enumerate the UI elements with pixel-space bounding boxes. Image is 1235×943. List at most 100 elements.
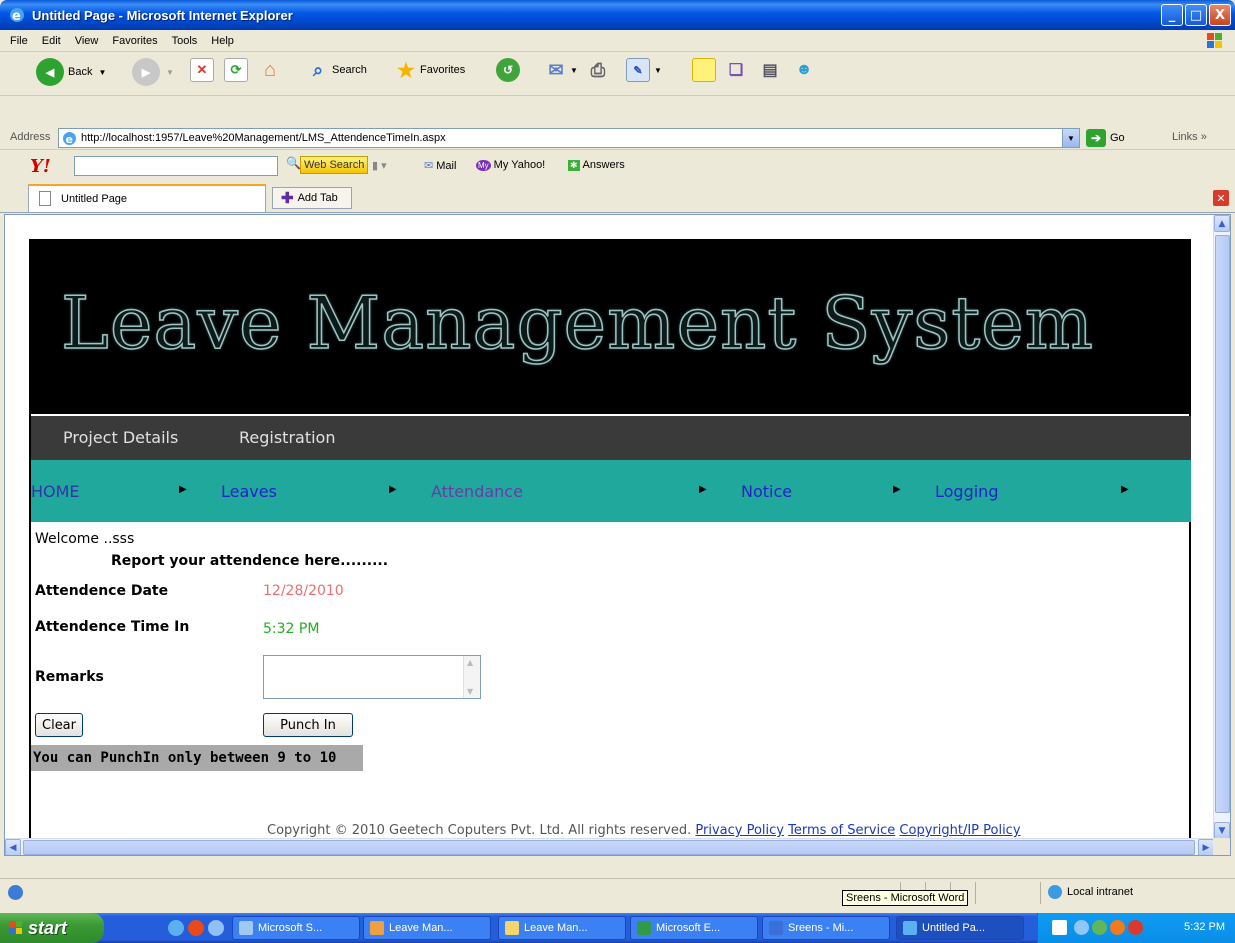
messenger-button[interactable]: ▤ <box>758 58 782 82</box>
nav-registration[interactable]: Registration <box>239 428 335 447</box>
vertical-scrollbar[interactable]: ▲ ▼ <box>1213 215 1230 839</box>
task-untitled-page[interactable]: Untitled Pa... <box>896 916 1024 940</box>
edit-button[interactable]: ✎ ▼ <box>626 58 662 82</box>
links-button[interactable]: Links » <box>1172 131 1207 143</box>
remarks-scrollbar[interactable]: ▲ ▼ <box>463 656 480 698</box>
horizontal-scroll-thumb[interactable] <box>23 840 1195 855</box>
research-button[interactable]: ❏ <box>724 58 748 82</box>
back-button[interactable]: ◀ Back ▼ <box>36 58 106 86</box>
window-title: Untitled Page - Microsoft Internet Explo… <box>32 7 293 23</box>
tray-arrow-icon[interactable] <box>1074 920 1089 935</box>
maximize-button[interactable]: □ <box>1185 4 1207 26</box>
add-tab-button[interactable]: ✚ Add Tab <box>272 187 352 209</box>
svg-text:e: e <box>66 133 73 146</box>
start-button[interactable]: start <box>0 913 104 943</box>
task-microsoft-s[interactable]: Microsoft S... <box>232 916 360 940</box>
task-sreens[interactable]: Sreens - Mi... <box>762 916 890 940</box>
my-yahoo-button[interactable]: My My Yahoo! <box>476 159 545 171</box>
nav-notice[interactable]: Notice <box>741 482 792 501</box>
menu-view[interactable]: View <box>75 35 99 47</box>
minimize-button[interactable]: _ <box>1161 4 1183 26</box>
forward-button[interactable]: ▶ ▼ <box>132 58 174 86</box>
clear-button[interactable]: Clear <box>35 713 83 737</box>
scroll-down-icon[interactable]: ▼ <box>1214 822 1230 839</box>
mail-icon: ✉ <box>548 59 564 80</box>
address-input[interactable]: e http://localhost:1957/Leave%20Manageme… <box>58 128 1080 148</box>
nav-leaves[interactable]: Leaves <box>221 482 277 501</box>
copyright-policy-link[interactable]: Copyright/IP Policy <box>899 823 1020 838</box>
menu-favorites[interactable]: Favorites <box>112 35 157 47</box>
menu-file[interactable]: File <box>10 35 28 47</box>
security-icon[interactable] <box>1128 920 1143 935</box>
task-microsoft-e[interactable]: Microsoft E... <box>630 916 758 940</box>
scroll-right-icon[interactable]: ▶ <box>1198 839 1214 855</box>
address-label: Address <box>10 131 51 143</box>
tab-untitled-page[interactable]: Untitled Page <box>28 184 266 212</box>
web-search-button[interactable]: Web Search <box>300 156 369 174</box>
chevron-down-icon[interactable]: ▼ <box>1062 129 1079 147</box>
network-icon[interactable] <box>1092 920 1107 935</box>
menu-tools[interactable]: Tools <box>172 35 198 47</box>
punch-in-button[interactable]: Punch In <box>263 713 353 737</box>
menu-edit[interactable]: Edit <box>42 35 61 47</box>
nav-home[interactable]: HOME <box>31 482 80 501</box>
answers-button[interactable]: ✱ Answers <box>568 159 625 171</box>
mail-label: Mail <box>436 159 457 172</box>
arrow-right-icon: ▶ <box>179 484 187 495</box>
nav-attendance[interactable]: Attendance <box>431 482 523 501</box>
discuss-button[interactable] <box>692 58 716 82</box>
highlight-icon[interactable]: ▮ ▾ <box>372 159 387 172</box>
media-quicklaunch-icon[interactable] <box>188 920 204 936</box>
contacts-button[interactable]: ☻ <box>792 58 816 82</box>
horizontal-scrollbar[interactable]: ◀ ▶ <box>5 838 1214 855</box>
search-button[interactable]: ⌕ Search <box>306 58 367 82</box>
home-button[interactable]: ⌂ <box>258 58 282 82</box>
star-icon: ★ <box>397 59 415 82</box>
home-icon: ⌂ <box>263 58 277 81</box>
stop-button[interactable]: ✕ <box>190 58 214 82</box>
close-tab-icon[interactable]: ✕ <box>1213 190 1229 206</box>
tray-app-icon[interactable] <box>1110 920 1125 935</box>
yahoo-mail-button[interactable]: ✉ Mail <box>424 159 457 173</box>
task-leave-man-1[interactable]: Leave Man... <box>363 916 491 940</box>
footer: Copyright © 2010 Geetech Coputers Pvt. L… <box>267 823 1021 838</box>
menu-help[interactable]: Help <box>211 35 234 47</box>
vertical-scroll-thumb[interactable] <box>1215 235 1230 813</box>
start-label: start <box>28 917 68 938</box>
yahoo-search-input[interactable] <box>74 156 278 176</box>
mail-button[interactable]: ✉ ▼ <box>544 58 577 82</box>
scroll-left-icon[interactable]: ◀ <box>5 839 21 855</box>
help-icon[interactable] <box>1052 920 1067 935</box>
welcome-text: Welcome ..sss <box>35 531 135 547</box>
status-bar: Local intranet <box>0 878 1235 906</box>
privacy-policy-link[interactable]: Privacy Policy <box>695 823 784 838</box>
security-zone[interactable]: Local intranet <box>1048 885 1133 899</box>
nav-project-details[interactable]: Project Details <box>63 428 178 447</box>
history-button[interactable]: ↺ <box>496 58 520 82</box>
task-label: Leave Man... <box>524 922 588 934</box>
plus-icon: ✚ <box>281 190 294 207</box>
search-label: Search <box>332 64 367 76</box>
stop-icon: ✕ <box>190 58 214 82</box>
favorites-button[interactable]: ★ Favorites <box>394 58 465 82</box>
ie-quicklaunch-icon[interactable] <box>168 920 184 936</box>
task-label: Microsoft S... <box>258 922 323 934</box>
task-leave-man-2[interactable]: Leave Man... <box>498 916 626 940</box>
refresh-button[interactable]: ⟳ <box>224 58 248 82</box>
title-bar: e Untitled Page - Microsoft Internet Exp… <box>0 0 1235 30</box>
nav-logging[interactable]: Logging <box>935 482 998 501</box>
page-viewport: Leave Management System Project Details … <box>4 214 1231 856</box>
yahoo-logo[interactable]: Y! <box>30 156 51 177</box>
research-icon: ❏ <box>728 62 744 79</box>
tab-bar: Untitled Page ✚ Add Tab ✕ <box>0 181 1235 213</box>
scroll-down-icon: ▼ <box>467 687 474 696</box>
terms-of-service-link[interactable]: Terms of Service <box>788 823 895 838</box>
close-button[interactable]: X <box>1209 4 1231 26</box>
ie-icon <box>903 921 917 935</box>
print-button[interactable]: ⎙ <box>586 58 610 82</box>
scroll-up-icon[interactable]: ▲ <box>1214 215 1230 232</box>
arrow-right-icon: ▶ <box>1121 484 1129 495</box>
remarks-textarea[interactable]: ▲ ▼ <box>263 655 481 699</box>
go-button[interactable]: ➔ Go <box>1086 129 1125 147</box>
browser-quicklaunch-icon[interactable] <box>208 920 224 936</box>
